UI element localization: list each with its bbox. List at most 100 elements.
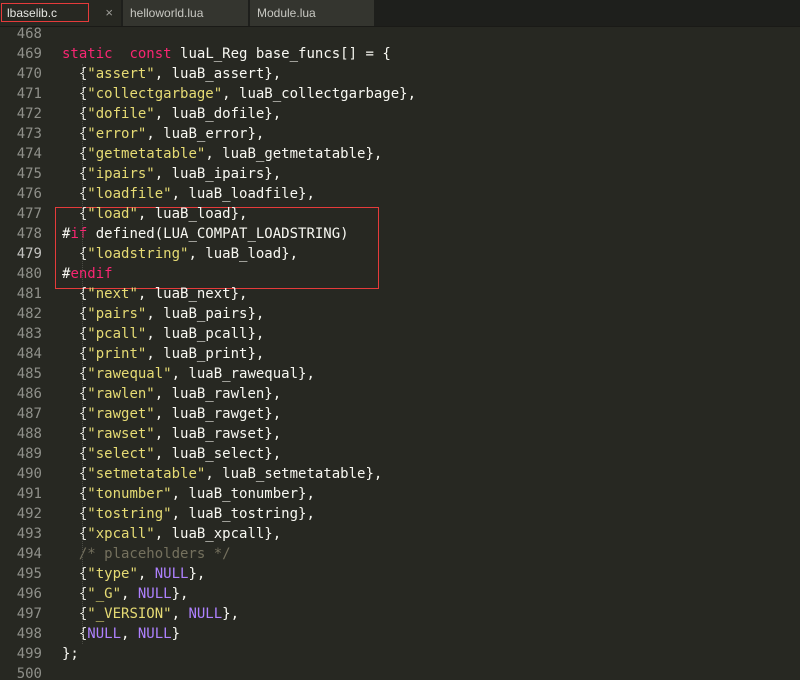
- code-line[interactable]: 480 #endif: [0, 264, 800, 284]
- code-token: "assert": [87, 66, 155, 82]
- code-line[interactable]: 494 /* placeholders */: [0, 544, 800, 564]
- code-line[interactable]: 489 {"select", luaB_select},: [0, 444, 800, 464]
- code-token: {: [62, 126, 88, 142]
- code-line[interactable]: 495 {"type", NULL},: [0, 564, 800, 584]
- code-line[interactable]: 476 {"loadfile", luaB_loadfile},: [0, 184, 800, 204]
- code-line[interactable]: 491 {"tonumber", luaB_tonumber},: [0, 484, 800, 504]
- code-token: },: [188, 566, 206, 582]
- code-text: {"loadfile", luaB_loadfile},: [62, 184, 315, 204]
- line-number: 490: [16, 466, 42, 482]
- code-token: , luaB_rawequal},: [171, 366, 315, 382]
- tab-helloworld[interactable]: helloworld.lua: [123, 0, 249, 26]
- code-token: {: [62, 386, 88, 402]
- code-token: ,: [171, 606, 189, 622]
- tab-label: Module.lua: [257, 6, 316, 20]
- code-line[interactable]: 474 {"getmetatable", luaB_getmetatable},: [0, 144, 800, 164]
- code-line[interactable]: 488 {"rawset", luaB_rawset},: [0, 424, 800, 444]
- code-token: }: [171, 626, 181, 642]
- line-number: 479: [16, 246, 42, 262]
- line-number: 497: [16, 606, 42, 622]
- code-line[interactable]: 493 {"xpcall", luaB_xpcall},: [0, 524, 800, 544]
- code-token: {: [62, 406, 88, 422]
- code-editor[interactable]: 468 469 static const luaL_Reg base_funcs[]…: [0, 26, 800, 680]
- code-line[interactable]: 490 {"setmetatable", luaB_setmetatable},: [0, 464, 800, 484]
- line-number: 486: [16, 386, 42, 402]
- code-line[interactable]: 486 {"rawlen", luaB_rawlen},: [0, 384, 800, 404]
- code-token: NULL: [87, 626, 122, 642]
- code-line[interactable]: 483 {"pcall", luaB_pcall},: [0, 324, 800, 344]
- code-line[interactable]: 499};: [0, 644, 800, 664]
- code-line[interactable]: 487 {"rawget", luaB_rawget},: [0, 404, 800, 424]
- line-number: 485: [16, 366, 42, 382]
- close-icon[interactable]: ×: [105, 0, 113, 26]
- code-token: "tonumber": [87, 486, 172, 502]
- code-text: /* placeholders */: [62, 544, 231, 564]
- line-number: 468: [16, 26, 42, 42]
- code-line[interactable]: 475 {"ipairs", luaB_ipairs},: [0, 164, 800, 184]
- line-number: 469: [16, 46, 42, 62]
- code-line[interactable]: 500: [0, 664, 800, 680]
- code-token: if: [70, 226, 88, 242]
- code-line[interactable]: 469 static const luaL_Reg base_funcs[] = …: [0, 44, 800, 64]
- code-line[interactable]: 479 {"loadstring", luaB_load},: [0, 244, 800, 264]
- code-line[interactable]: 498 {NULL, NULL}: [0, 624, 800, 644]
- code-line[interactable]: 478 #if defined(LUA_COMPAT_LOADSTRING): [0, 224, 800, 244]
- code-token: {: [62, 306, 88, 322]
- code-token: {: [62, 466, 88, 482]
- code-line[interactable]: 473 {"error", luaB_error},: [0, 124, 800, 144]
- code-token: {: [62, 606, 88, 622]
- code-line[interactable]: 496 {"_G", NULL},: [0, 584, 800, 604]
- code-line[interactable]: 470 {"assert", luaB_assert},: [0, 64, 800, 84]
- code-token: NULL: [154, 566, 189, 582]
- code-line[interactable]: 477 {"load", luaB_load},: [0, 204, 800, 224]
- code-token: , luaB_getmetatable},: [205, 146, 383, 162]
- line-number: 493: [16, 526, 42, 542]
- code-token: , luaB_load},: [188, 246, 299, 262]
- code-token: "pairs": [87, 306, 147, 322]
- line-number: 495: [16, 566, 42, 582]
- code-text: {"dofile", luaB_dofile},: [62, 104, 281, 124]
- code-text: {"collectgarbage", luaB_collectgarbage},: [62, 84, 416, 104]
- code-token: "loadstring": [87, 246, 189, 262]
- code-token: , luaB_load},: [137, 206, 248, 222]
- code-token: NULL: [137, 626, 172, 642]
- code-text: {"_G", NULL},: [62, 584, 189, 604]
- code-token: {: [62, 66, 88, 82]
- indent-guide: [82, 64, 83, 644]
- code-line[interactable]: 485 {"rawequal", luaB_rawequal},: [0, 364, 800, 384]
- code-token: , luaB_dofile},: [154, 106, 282, 122]
- code-line[interactable]: 492 {"tostring", luaB_tostring},: [0, 504, 800, 524]
- code-line[interactable]: 497 {"_VERSION", NULL},: [0, 604, 800, 624]
- code-line[interactable]: 471 {"collectgarbage", luaB_collectgarba…: [0, 84, 800, 104]
- code-text: {"select", luaB_select},: [62, 444, 281, 464]
- code-token: {: [62, 566, 88, 582]
- code-token: , luaB_error},: [146, 126, 265, 142]
- code-token: {: [62, 526, 88, 542]
- tab-module[interactable]: Module.lua: [250, 0, 375, 26]
- code-token: {: [62, 326, 88, 342]
- tab-label: helloworld.lua: [130, 6, 204, 20]
- code-text: {"assert", luaB_assert},: [62, 64, 281, 84]
- code-token: , luaB_pcall},: [146, 326, 265, 342]
- code-line[interactable]: 481 {"next", luaB_next},: [0, 284, 800, 304]
- code-line[interactable]: 484 {"print", luaB_print},: [0, 344, 800, 364]
- code-token: , luaB_collectgarbage},: [222, 86, 417, 102]
- code-token: "rawlen": [87, 386, 155, 402]
- code-token: {: [62, 286, 88, 302]
- code-token: defined(LUA_COMPAT_LOADSTRING): [95, 226, 349, 242]
- code-token: {: [62, 626, 88, 642]
- code-token: "getmetatable": [87, 146, 206, 162]
- line-number: 491: [16, 486, 42, 502]
- code-token: },: [222, 606, 240, 622]
- code-text: {"type", NULL},: [62, 564, 205, 584]
- line-number: 500: [16, 666, 42, 680]
- code-token: ,: [137, 566, 155, 582]
- code-token: "load": [87, 206, 138, 222]
- code-line[interactable]: 468: [0, 26, 800, 44]
- code-token: "loadfile": [87, 186, 172, 202]
- code-line[interactable]: 482 {"pairs", luaB_pairs},: [0, 304, 800, 324]
- line-number: 476: [16, 186, 42, 202]
- code-line[interactable]: 472 {"dofile", luaB_dofile},: [0, 104, 800, 124]
